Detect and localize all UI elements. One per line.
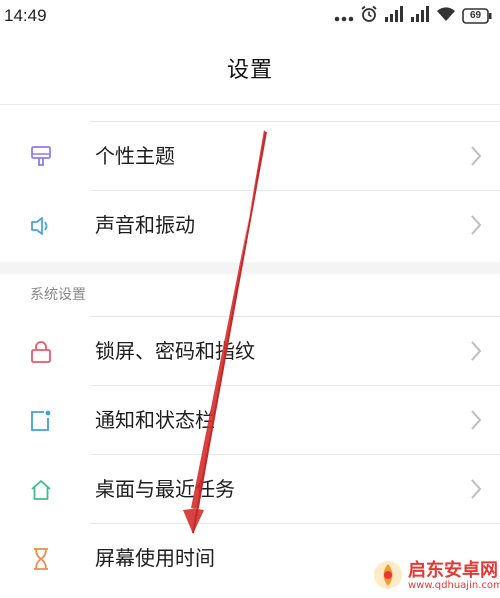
lock-icon — [26, 337, 56, 367]
watermark: 启东安卓网 www.qdhuajin.com — [372, 557, 500, 597]
section-gap — [0, 262, 500, 274]
page-header: 设置 — [0, 40, 500, 102]
header-divider — [0, 104, 500, 105]
settings-item-notifications[interactable]: 通知和状态栏 — [0, 386, 500, 455]
settings-item-label: 桌面与最近任务 — [95, 477, 235, 501]
hourglass-icon — [26, 544, 56, 574]
signal-icon — [410, 6, 430, 26]
speaker-icon — [26, 211, 56, 241]
signal-icon — [384, 6, 404, 26]
notification-icon — [26, 406, 56, 436]
battery-icon: 69 — [462, 8, 492, 24]
watermark-name: 启东安卓网 — [408, 560, 498, 582]
section-header: 系统设置 — [30, 287, 86, 303]
settings-item-label: 通知和状态栏 — [95, 408, 215, 432]
settings-item-label: 锁屏、密码和指纹 — [95, 339, 255, 363]
watermark-url: www.qdhuajin.com — [408, 580, 500, 592]
theme-brush-icon — [26, 142, 56, 172]
chevron-right-icon — [470, 340, 482, 362]
settings-item-desktop[interactable]: 桌面与最近任务 — [0, 455, 500, 524]
settings-item-label: 屏幕使用时间 — [95, 546, 215, 570]
alarm-icon — [360, 5, 378, 27]
battery-level: 69 — [469, 10, 482, 21]
page-title: 设置 — [226, 58, 273, 83]
settings-item-lockscreen[interactable]: 锁屏、密码和指纹 — [0, 317, 500, 386]
watermark-logo-icon — [372, 559, 404, 595]
chevron-right-icon — [470, 478, 482, 500]
settings-item-label: 个性主题 — [95, 144, 175, 168]
settings-item-theme[interactable]: 个性主题 — [0, 122, 500, 191]
settings-item-sound[interactable]: 声音和振动 — [0, 191, 500, 260]
chevron-right-icon — [470, 145, 482, 167]
settings-item-label: 声音和振动 — [95, 213, 195, 237]
wifi-icon — [436, 6, 456, 26]
status-time: 14:49 — [4, 6, 47, 25]
more-dots-icon — [334, 7, 354, 26]
home-icon — [26, 475, 56, 505]
chevron-right-icon — [470, 409, 482, 431]
status-icons: 69 — [334, 5, 492, 27]
status-bar: 14:49 69 — [0, 0, 500, 34]
chevron-right-icon — [470, 214, 482, 236]
